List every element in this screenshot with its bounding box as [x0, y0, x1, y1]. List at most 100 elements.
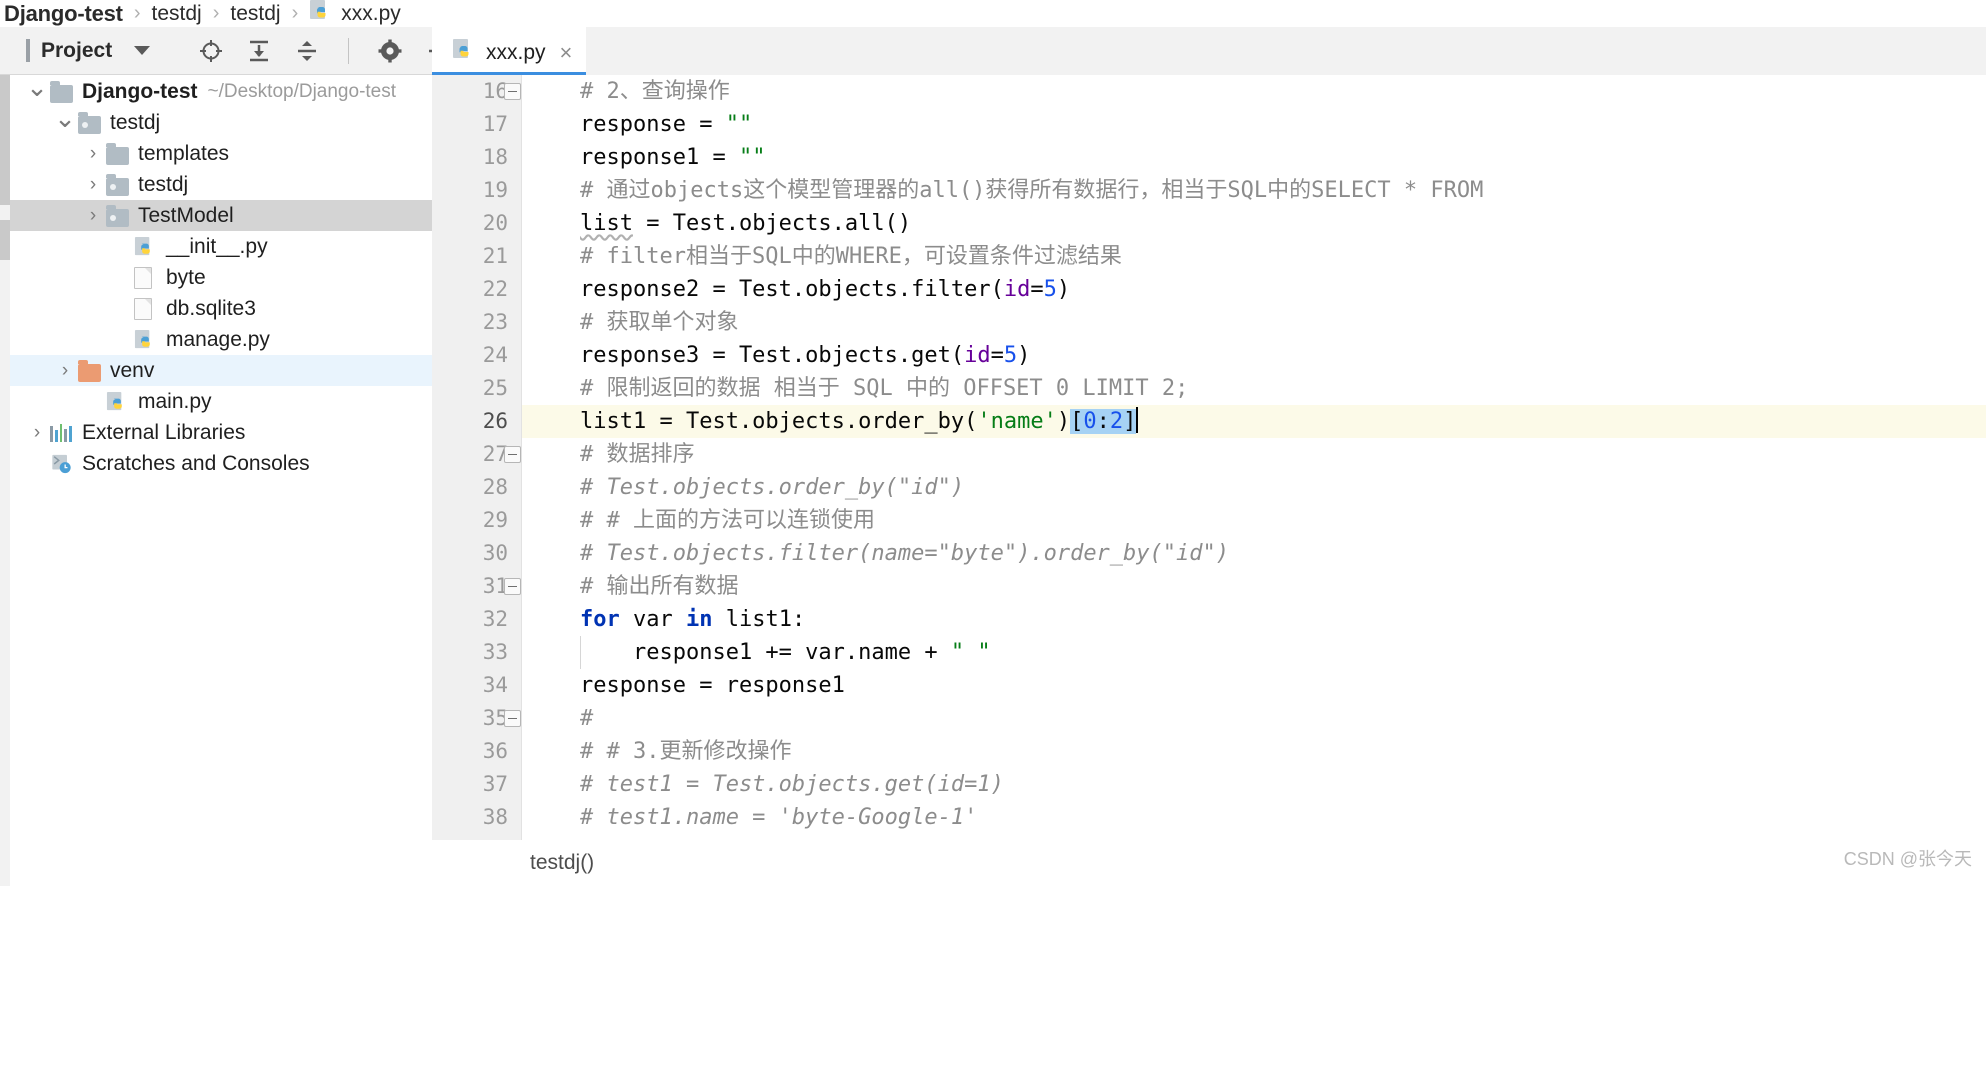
line-number: 35	[482, 706, 508, 730]
fold-marker[interactable]	[504, 446, 521, 463]
folder-orange-icon	[78, 359, 103, 382]
code-token: 5	[1043, 277, 1057, 302]
tree-item-testmodel[interactable]: › TestModel	[10, 200, 432, 231]
folder-module-icon	[78, 111, 103, 134]
tree-item-external-libraries[interactable]: › External Libraries	[10, 417, 432, 448]
tree-item-venv[interactable]: › venv	[10, 355, 432, 386]
chevron-down-icon[interactable]	[134, 46, 151, 55]
close-icon[interactable]: ×	[560, 41, 573, 64]
expand-all-icon[interactable]	[246, 38, 272, 64]
fold-marker[interactable]	[504, 83, 521, 100]
code-line[interactable]: response = response1	[522, 669, 1986, 702]
code-line[interactable]: # # 上面的方法可以连锁使用	[522, 504, 1986, 537]
code-line[interactable]: response = ""	[522, 108, 1986, 141]
code-line-text: response = ""	[522, 108, 752, 141]
code-line[interactable]: # # 3.更新修改操作	[522, 735, 1986, 768]
tree-item-label: db.sqlite3	[166, 296, 256, 320]
chevron-right-icon[interactable]: ›	[52, 361, 78, 380]
chevron-down-icon[interactable]: ⌄	[24, 76, 50, 100]
code-token: response2 = Test.objects.filter(	[580, 277, 1004, 302]
code-line[interactable]: # 2、查询操作	[522, 75, 1986, 108]
chevron-down-icon[interactable]: ⌄	[52, 105, 78, 131]
code-line[interactable]: list1 = Test.objects.order_by('name')[0:…	[522, 405, 1986, 438]
code-line-text: # Test.objects.order_by("id")	[522, 471, 964, 504]
code-token: list1 = Test.objects.order_by(	[580, 409, 978, 434]
breadcrumb-item-testdj-2[interactable]: testdj	[230, 2, 280, 26]
code-line[interactable]: response3 = Test.objects.get(id=5)	[522, 339, 1986, 372]
tree-item-label: testdj	[110, 110, 161, 134]
code-line[interactable]: # 输出所有数据	[522, 570, 1986, 603]
code-line[interactable]: # test1.name = 'byte-Google-1'	[522, 801, 1986, 834]
text-caret	[1136, 407, 1139, 433]
code-editor[interactable]: # 2、查询操作 response = "" response1 = "" # 通过o…	[522, 75, 1986, 840]
code-line[interactable]: # filter相当于SQL中的WHERE，可设置条件过滤结果	[522, 240, 1986, 273]
tree-item-templates[interactable]: › templates	[10, 138, 432, 169]
settings-gear-icon[interactable]	[377, 38, 403, 64]
tree-item-byte[interactable]: byte	[10, 262, 432, 293]
code-line[interactable]: # 数据排序	[522, 438, 1986, 471]
code-line-text: list = Test.objects.all()	[522, 207, 911, 240]
bottom-breadcrumb-label[interactable]: testdj()	[530, 851, 594, 875]
code-token: in	[685, 607, 713, 632]
line-number: 25	[482, 376, 508, 400]
code-token: :	[1096, 409, 1110, 434]
locate-target-icon[interactable]	[198, 38, 224, 64]
fold-marker[interactable]	[504, 710, 521, 727]
twisty-glyph: ›	[89, 143, 97, 164]
breadcrumb-separator: ›	[212, 2, 220, 24]
collapse-all-icon[interactable]	[294, 38, 320, 64]
code-line[interactable]: # 通过objects这个模型管理器的all()获得所有数据行，相当于SQL中的…	[522, 174, 1986, 207]
line-number: 34	[482, 673, 508, 697]
code-line[interactable]: response2 = Test.objects.filter(id=5)	[522, 273, 1986, 306]
fold-marker[interactable]	[504, 578, 521, 595]
line-number: 37	[482, 772, 508, 796]
chevron-right-icon[interactable]: ›	[24, 423, 50, 442]
code-token: response3 = Test.objects.get(	[580, 343, 965, 368]
python-file-icon	[134, 236, 159, 258]
chevron-right-icon[interactable]: ›	[80, 175, 106, 194]
chevron-right-icon[interactable]: ›	[80, 206, 106, 225]
scratches-icon	[50, 453, 75, 475]
code-token: # Test.objects.order_by("id")	[580, 475, 965, 500]
tab-xxx-py[interactable]: xxx.py ×	[432, 27, 587, 75]
code-token: # # 3.更新修改操作	[580, 739, 792, 764]
code-line[interactable]: list = Test.objects.all()	[522, 207, 1986, 240]
code-line[interactable]: response1 = ""	[522, 141, 1986, 174]
code-line[interactable]: # test1 = Test.objects.get(id=1)	[522, 768, 1986, 801]
code-token: response = response1	[580, 673, 845, 698]
tree-item-testdj[interactable]: ⌄ testdj	[10, 105, 432, 138]
tab-title: xxx.py	[486, 40, 546, 64]
code-token: # 数据排序	[580, 442, 695, 467]
code-token: list1:	[712, 607, 806, 632]
code-line[interactable]: response1 += var.name + " "	[522, 636, 1986, 669]
breadcrumb-item-project[interactable]: Django-test	[4, 1, 123, 27]
tree-item-label: External Libraries	[82, 420, 246, 444]
breadcrumb-item-file[interactable]: xxx.py	[341, 2, 401, 26]
line-number: 17	[482, 112, 508, 136]
tree-item-scratches-and-consoles[interactable]: Scratches and Consoles	[10, 448, 432, 479]
code-token: response1 =	[580, 145, 739, 170]
breadcrumb-item-testdj-1[interactable]: testdj	[151, 2, 201, 26]
tree-item-manage-py[interactable]: manage.py	[10, 324, 432, 355]
code-line[interactable]: # 获取单个对象	[522, 306, 1986, 339]
tree-item-testdj[interactable]: › testdj	[10, 169, 432, 200]
code-line-text: for var in list1:	[522, 603, 805, 636]
tree-item-db-sqlite3[interactable]: db.sqlite3	[10, 293, 432, 324]
code-line-text: # 获取单个对象	[522, 306, 739, 339]
line-number: 20	[482, 211, 508, 235]
chevron-right-icon[interactable]: ›	[80, 144, 106, 163]
code-line[interactable]: # Test.objects.order_by("id")	[522, 471, 1986, 504]
code-line[interactable]: # Test.objects.filter(name="byte").order…	[522, 537, 1986, 570]
tree-item-django-test[interactable]: ⌄ Django-test ~/Desktop/Django-test	[10, 76, 432, 107]
code-line[interactable]: #	[522, 702, 1986, 735]
code-token: var	[619, 607, 686, 632]
tree-item-main-py[interactable]: main.py	[10, 386, 432, 417]
code-token: [	[1070, 409, 1084, 434]
code-line[interactable]: for var in list1:	[522, 603, 1986, 636]
tree-item--init-py[interactable]: __init__.py	[10, 231, 432, 262]
breadcrumb-separator: ›	[133, 2, 141, 24]
code-line[interactable]: # 限制返回的数据 相当于 SQL 中的 OFFSET 0 LIMIT 2;	[522, 372, 1986, 405]
folder-module-icon	[106, 173, 131, 196]
code-token: )	[1017, 343, 1031, 368]
code-token: =	[990, 343, 1004, 368]
